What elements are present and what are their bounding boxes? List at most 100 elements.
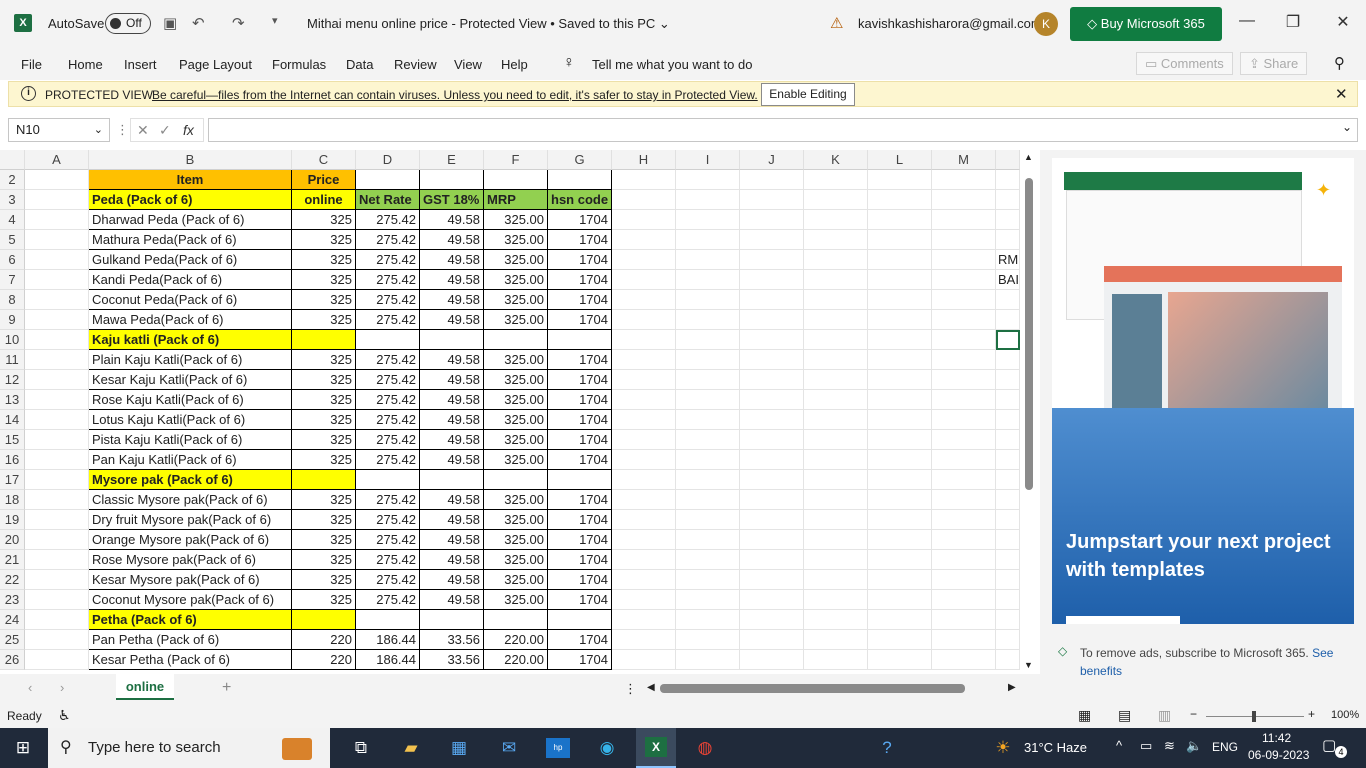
column-label-net-rate[interactable]: Net Rate bbox=[356, 190, 420, 210]
grid-cell[interactable] bbox=[868, 330, 932, 350]
item-name-cell[interactable]: Classic Mysore pak(Pack of 6) bbox=[89, 490, 292, 510]
column-label-hsn[interactable]: hsn code bbox=[548, 190, 612, 210]
share-button[interactable]: ⇪ Share bbox=[1240, 52, 1308, 75]
gst-cell[interactable]: 49.58 bbox=[420, 410, 484, 430]
grid-cell[interactable] bbox=[25, 530, 89, 550]
ad-headline[interactable]: Jumpstart your next project with templat… bbox=[1066, 528, 1346, 584]
net-rate-cell[interactable]: 275.42 bbox=[356, 370, 420, 390]
hsn-cell[interactable]: 1704 bbox=[548, 530, 612, 550]
grid-cell[interactable] bbox=[996, 310, 1020, 330]
grid-cell[interactable] bbox=[932, 390, 996, 410]
row-header-2[interactable]: 2 bbox=[0, 170, 25, 190]
zoom-level[interactable]: 100% bbox=[1331, 709, 1359, 721]
grid-cell[interactable] bbox=[25, 350, 89, 370]
grid-cell[interactable] bbox=[25, 490, 89, 510]
hsn-cell[interactable]: 1704 bbox=[548, 370, 612, 390]
grid-cell[interactable] bbox=[676, 570, 740, 590]
grid-cell[interactable] bbox=[676, 190, 740, 210]
grid-cell[interactable] bbox=[740, 350, 804, 370]
column-header-k[interactable]: K bbox=[804, 150, 868, 170]
item-name-cell[interactable]: Plain Kaju Katli(Pack of 6) bbox=[89, 350, 292, 370]
scroll-left-icon[interactable]: ◀ bbox=[647, 682, 655, 693]
price-cell[interactable]: 220 bbox=[292, 630, 356, 650]
price-cell[interactable]: 325 bbox=[292, 270, 356, 290]
grid-cell[interactable] bbox=[932, 430, 996, 450]
column-header-l[interactable]: L bbox=[868, 150, 932, 170]
grid-cell[interactable] bbox=[932, 310, 996, 330]
row-header-25[interactable]: 25 bbox=[0, 630, 25, 650]
cancel-icon[interactable]: ✕ bbox=[137, 119, 149, 141]
grid-cell[interactable] bbox=[676, 530, 740, 550]
hsn-cell[interactable]: 1704 bbox=[548, 250, 612, 270]
grid-cell[interactable] bbox=[612, 510, 676, 530]
grid-cell[interactable] bbox=[932, 570, 996, 590]
tray-chevron-icon[interactable]: ^ bbox=[1116, 738, 1122, 753]
column-header-d[interactable]: D bbox=[356, 150, 420, 170]
grid-cell[interactable] bbox=[676, 370, 740, 390]
chrome-icon[interactable]: ◍ bbox=[692, 736, 718, 760]
grid-cell[interactable] bbox=[612, 590, 676, 610]
item-name-cell[interactable]: Pista Kaju Katli(Pack of 6) bbox=[89, 430, 292, 450]
grid-cell[interactable] bbox=[25, 550, 89, 570]
price-cell[interactable]: 325 bbox=[292, 350, 356, 370]
grid-cell[interactable] bbox=[292, 470, 356, 490]
grid-cell[interactable] bbox=[868, 250, 932, 270]
tab-view[interactable]: View bbox=[454, 57, 482, 72]
grid-cell[interactable] bbox=[868, 610, 932, 630]
row-header-11[interactable]: 11 bbox=[0, 350, 25, 370]
grid-cell[interactable] bbox=[996, 430, 1020, 450]
select-all-corner[interactable] bbox=[0, 150, 25, 170]
item-name-cell[interactable]: Kesar Kaju Katli(Pack of 6) bbox=[89, 370, 292, 390]
grid-cell[interactable] bbox=[676, 590, 740, 610]
horizontal-scroll-thumb[interactable] bbox=[660, 684, 965, 693]
mrp-cell[interactable]: 325.00 bbox=[484, 430, 548, 450]
price-cell[interactable]: 325 bbox=[292, 410, 356, 430]
grid-cell[interactable] bbox=[612, 390, 676, 410]
grid-cell[interactable] bbox=[25, 590, 89, 610]
hsn-cell[interactable]: 1704 bbox=[548, 230, 612, 250]
grid-cell[interactable] bbox=[804, 510, 868, 530]
grid-cell[interactable] bbox=[996, 210, 1020, 230]
grid-cell[interactable] bbox=[420, 610, 484, 630]
grid-cell[interactable] bbox=[740, 250, 804, 270]
grid-cell[interactable] bbox=[612, 530, 676, 550]
grid-cell[interactable] bbox=[740, 490, 804, 510]
grid-cell[interactable] bbox=[868, 390, 932, 410]
clock-date[interactable]: 06-09-2023 bbox=[1248, 748, 1309, 762]
grid-cell[interactable] bbox=[740, 370, 804, 390]
mrp-cell[interactable]: 325.00 bbox=[484, 250, 548, 270]
row-header-13[interactable]: 13 bbox=[0, 390, 25, 410]
grid-cell[interactable] bbox=[612, 270, 676, 290]
price-cell[interactable]: 325 bbox=[292, 370, 356, 390]
customize-toolbar-icon[interactable]: ▾ bbox=[272, 14, 278, 27]
gst-cell[interactable]: 49.58 bbox=[420, 310, 484, 330]
price-cell[interactable]: 325 bbox=[292, 390, 356, 410]
column-header-j[interactable]: J bbox=[740, 150, 804, 170]
grid-cell[interactable] bbox=[612, 250, 676, 270]
row-header-8[interactable]: 8 bbox=[0, 290, 25, 310]
grid-cell[interactable] bbox=[25, 450, 89, 470]
grid-cell[interactable] bbox=[25, 570, 89, 590]
grid-cell[interactable] bbox=[868, 630, 932, 650]
hsn-cell[interactable]: 1704 bbox=[548, 590, 612, 610]
net-rate-cell[interactable]: 275.42 bbox=[356, 410, 420, 430]
item-name-cell[interactable]: Coconut Mysore pak(Pack of 6) bbox=[89, 590, 292, 610]
note-cell-rm[interactable]: RM bbox=[996, 250, 1020, 270]
grid-cell[interactable] bbox=[804, 630, 868, 650]
mrp-cell[interactable]: 325.00 bbox=[484, 550, 548, 570]
row-header-20[interactable]: 20 bbox=[0, 530, 25, 550]
zoom-slider-thumb[interactable] bbox=[1252, 711, 1256, 722]
header-item-cell[interactable]: Item bbox=[89, 170, 292, 190]
language-indicator[interactable]: ENG bbox=[1212, 740, 1238, 754]
grid-cell[interactable] bbox=[740, 230, 804, 250]
grid-cell[interactable] bbox=[676, 630, 740, 650]
mrp-cell[interactable]: 325.00 bbox=[484, 410, 548, 430]
grid-cell[interactable] bbox=[25, 170, 89, 190]
accessibility-icon[interactable]: ♿ bbox=[58, 707, 71, 724]
tab-help[interactable]: Help bbox=[501, 57, 528, 72]
hsn-cell[interactable]: 1704 bbox=[548, 650, 612, 670]
grid-cell[interactable] bbox=[932, 350, 996, 370]
column-header-n[interactable] bbox=[996, 150, 1020, 170]
avatar[interactable]: K bbox=[1034, 12, 1058, 36]
grid-cell[interactable] bbox=[932, 550, 996, 570]
